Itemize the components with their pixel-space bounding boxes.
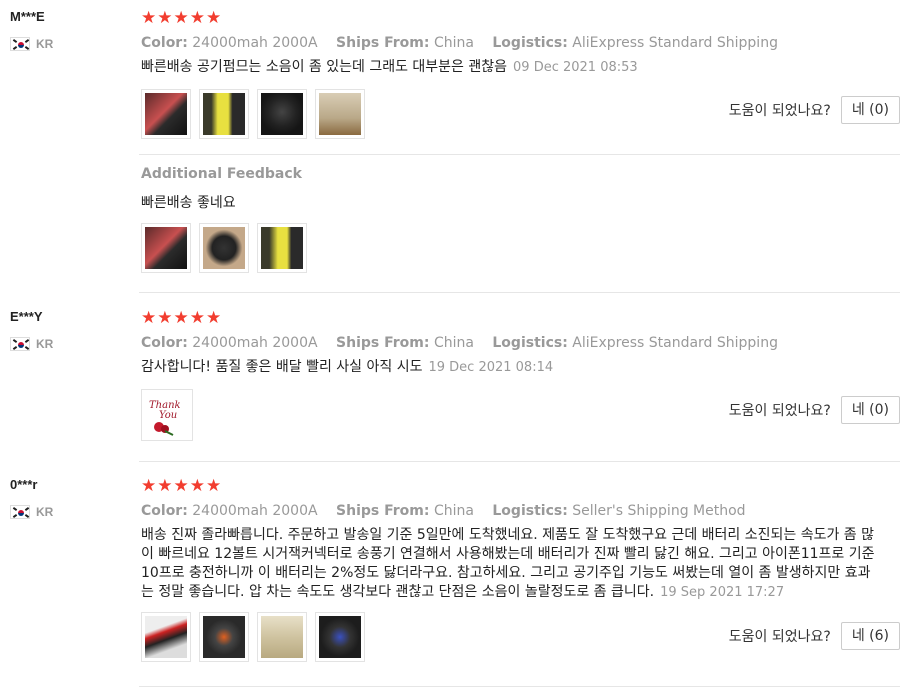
helpful-section: 도움이 되었나요? 네 (0) [729,396,900,424]
color-value: 24000mah 2000A [192,335,318,351]
reviewer-name: M***E [10,9,45,24]
helpful-section: 도움이 되었나요? 네 (0) [729,96,900,124]
color-value: 24000mah 2000A [192,35,318,51]
country-code: KR [36,337,54,351]
country-code: KR [36,505,54,519]
helpful-yes-button[interactable]: 네 (6) [840,622,900,650]
color-value: 24000mah 2000A [192,503,318,519]
logistics-label: Logistics: [492,335,568,351]
review-body-line: 10프로 충전하니까 이 배터리는 2%정도 닳더라구요. 참고하세요. 그리고… [141,565,871,581]
reviewer-info: M***E KR [10,8,130,52]
review-text: 빠른배송 공기펌므는 소음이 좀 있는데 그래도 대부분은 괜찮음 09 Dec … [141,58,900,77]
reviewer-country: KR [10,336,130,352]
reviewer-country: KR [10,36,130,52]
helpful-label: 도움이 되었나요? [728,403,831,419]
ships-from-value: China [433,35,474,51]
logistics-label: Logistics: [492,503,568,519]
review-photo[interactable] [199,223,249,273]
review-text: 감사합니다! 품질 좋은 배달 빨리 사실 아직 시도 19 Dec 2021 0… [141,358,900,377]
korea-flag-icon [10,337,30,351]
svg-text:You: You [159,410,177,421]
review-photo[interactable] [257,612,307,662]
ships-from-label: Ships From: [336,35,430,51]
logistics-value: AliExpress Standard Shipping [572,335,778,351]
review-date: 19 Dec 2021 08:14 [428,360,554,375]
divider [139,686,900,687]
korea-flag-icon [10,37,30,51]
review-photo[interactable]: Thank You [141,389,193,441]
helpful-section: 도움이 되었나요? 네 (6) [729,622,900,650]
reviewer-name: E***Y [10,309,43,324]
ships-from-label: Ships From: [336,335,430,351]
review-meta: Color: 24000mah 2000A Ships From: China … [141,334,900,352]
logistics-label: Logistics: [492,35,568,51]
review-date: 19 Sep 2021 17:27 [660,585,785,600]
review-meta: Color: 24000mah 2000A Ships From: China … [141,502,900,520]
reviewer-info: E***Y KR [10,308,130,352]
additional-feedback-text: 빠른배송 좋네요 [141,195,236,211]
ships-from-label: Ships From: [336,503,430,519]
star-rating: ★★★★★ [141,308,223,328]
review-meta: Color: 24000mah 2000A Ships From: China … [141,34,900,52]
helpful-label: 도움이 되었나요? [728,629,831,645]
additional-feedback-content: Additional Feedback 빠른배송 좋네요 [141,166,900,273]
helpful-yes-button[interactable]: 네 (0) [840,396,900,424]
ships-from-value: China [433,503,474,519]
color-label: Color: [141,503,188,519]
logistics-value: Seller's Shipping Method [572,503,746,519]
review-photo[interactable] [141,89,191,139]
divider [139,292,900,293]
helpful-label: 도움이 되었나요? [728,103,831,119]
star-rating: ★★★★★ [141,8,223,28]
color-label: Color: [141,35,188,51]
review-photo[interactable] [141,223,191,273]
color-label: Color: [141,335,188,351]
additional-photos [141,223,900,273]
review-body: 감사합니다! 품질 좋은 배달 빨리 사실 아직 시도 [141,359,423,375]
ships-from-value: China [433,335,474,351]
review-photo[interactable] [315,89,365,139]
review-photo[interactable] [257,89,307,139]
review-photo[interactable] [141,612,191,662]
review-body-line: 이 빠르네요 12볼트 시거잭커넥터로 송풍기 연결해서 사용해봤는데 배터리가… [141,546,875,562]
reviewer-name: 0***r [10,477,38,492]
helpful-yes-button[interactable]: 네 (0) [840,96,900,124]
reviewer-country: KR [10,504,130,520]
review-body: 빠른배송 공기펌므는 소음이 좀 있는데 그래도 대부분은 괜찮음 [141,59,508,75]
star-rating: ★★★★★ [141,476,223,496]
review-photo[interactable] [315,612,365,662]
review-photo[interactable] [257,223,307,273]
review-photo[interactable] [199,612,249,662]
korea-flag-icon [10,505,30,519]
review-photo[interactable] [199,89,249,139]
review-body-line: 는 정말 좋습니다. 압 차는 속도도 생각보다 괜찮고 단점은 소음이 놀랄정… [141,584,655,600]
divider [139,461,900,462]
thank-you-image: Thank You [149,400,181,436]
reviewer-info: 0***r KR [10,476,130,520]
divider [139,154,900,155]
review-date: 09 Dec 2021 08:53 [513,60,638,75]
country-code: KR [36,37,54,51]
review-text: 배송 진짜 졸라빠릅니다. 주문하고 발송일 기준 5일만에 도착했네요. 제품… [141,526,900,602]
logistics-value: AliExpress Standard Shipping [572,35,778,51]
additional-feedback-title: Additional Feedback [141,166,302,182]
review-body-line: 배송 진짜 졸라빠릅니다. 주문하고 발송일 기준 5일만에 도착했네요. 제품… [141,527,875,543]
review-body-last-line: 는 정말 좋습니다. 압 차는 속도도 생각보다 괜찮고 단점은 소음이 놀랄정… [141,583,900,602]
